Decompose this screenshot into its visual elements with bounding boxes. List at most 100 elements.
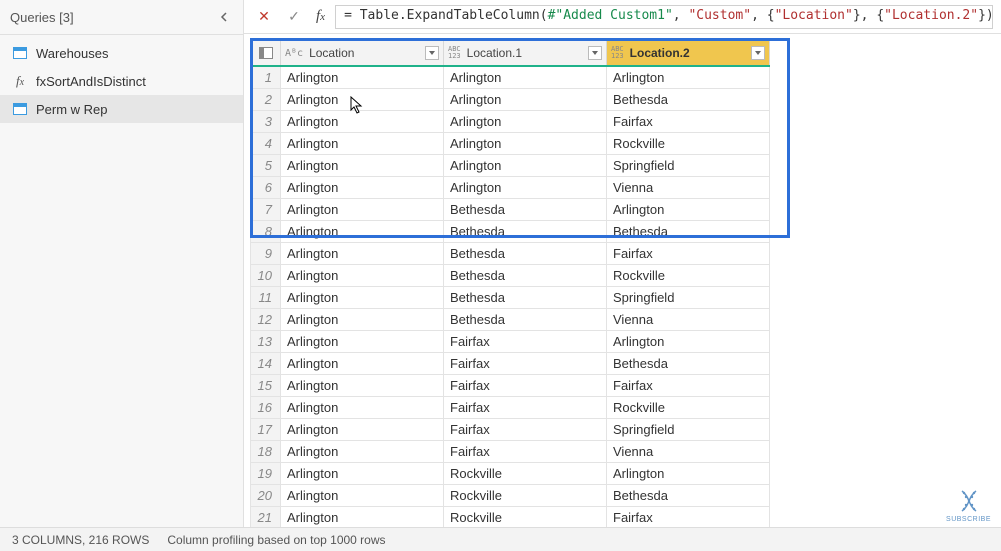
row-number[interactable]: 13 (251, 331, 281, 353)
table-row[interactable]: 14ArlingtonFairfaxBethesda (251, 353, 770, 375)
column-header-location-2[interactable]: ABC123Location.2 (607, 41, 770, 67)
cell[interactable]: Bethesda (607, 89, 770, 111)
cell[interactable]: Fairfax (444, 353, 607, 375)
cell[interactable]: Arlington (444, 133, 607, 155)
table-row[interactable]: 12ArlingtonBethesdaVienna (251, 309, 770, 331)
row-number[interactable]: 2 (251, 89, 281, 111)
table-row[interactable]: 1ArlingtonArlingtonArlington (251, 66, 770, 89)
cell[interactable]: Arlington (281, 221, 444, 243)
table-row[interactable]: 8ArlingtonBethesdaBethesda (251, 221, 770, 243)
cell[interactable]: Arlington (444, 155, 607, 177)
cell[interactable]: Bethesda (444, 265, 607, 287)
row-number[interactable]: 14 (251, 353, 281, 375)
cell[interactable]: Arlington (281, 177, 444, 199)
table-row[interactable]: 9ArlingtonBethesdaFairfax (251, 243, 770, 265)
formula-cancel-button[interactable]: ✕ (252, 5, 276, 29)
cell[interactable]: Arlington (281, 287, 444, 309)
cell[interactable]: Fairfax (444, 441, 607, 463)
cell[interactable]: Fairfax (607, 243, 770, 265)
cell[interactable]: Bethesda (607, 353, 770, 375)
table-row[interactable]: 16ArlingtonFairfaxRockville (251, 397, 770, 419)
cell[interactable]: Arlington (281, 463, 444, 485)
cell[interactable]: Arlington (607, 331, 770, 353)
row-number[interactable]: 3 (251, 111, 281, 133)
column-filter-button[interactable] (588, 46, 602, 60)
cell[interactable]: Bethesda (444, 287, 607, 309)
row-number[interactable]: 9 (251, 243, 281, 265)
table-row[interactable]: 7ArlingtonBethesdaArlington (251, 199, 770, 221)
cell[interactable]: Fairfax (444, 397, 607, 419)
cell[interactable]: Arlington (444, 111, 607, 133)
cell[interactable]: Bethesda (444, 221, 607, 243)
cell[interactable]: Springfield (607, 419, 770, 441)
table-row[interactable]: 3ArlingtonArlingtonFairfax (251, 111, 770, 133)
cell[interactable]: Fairfax (444, 331, 607, 353)
sidebar-item-fxsortandisdistinct[interactable]: fxfxSortAndIsDistinct (0, 67, 243, 95)
cell[interactable]: Bethesda (444, 199, 607, 221)
cell[interactable]: Arlington (281, 485, 444, 507)
subscribe-badge[interactable]: SUBSCRIBE (946, 488, 991, 523)
row-number[interactable]: 16 (251, 397, 281, 419)
cell[interactable]: Springfield (607, 155, 770, 177)
table-row[interactable]: 13ArlingtonFairfaxArlington (251, 331, 770, 353)
cell[interactable]: Vienna (607, 177, 770, 199)
cell[interactable]: Arlington (281, 243, 444, 265)
table-row[interactable]: 18ArlingtonFairfaxVienna (251, 441, 770, 463)
cell[interactable]: Fairfax (444, 419, 607, 441)
cell[interactable]: Fairfax (607, 507, 770, 528)
row-number[interactable]: 12 (251, 309, 281, 331)
cell[interactable]: Arlington (281, 397, 444, 419)
cell[interactable]: Arlington (607, 463, 770, 485)
cell[interactable]: Arlington (444, 66, 607, 89)
table-row[interactable]: 20ArlingtonRockvilleBethesda (251, 485, 770, 507)
column-header-location[interactable]: AᴮcLocation (281, 41, 444, 67)
cell[interactable]: Arlington (444, 89, 607, 111)
cell[interactable]: Bethesda (444, 309, 607, 331)
row-number[interactable]: 17 (251, 419, 281, 441)
row-number[interactable]: 4 (251, 133, 281, 155)
cell[interactable]: Rockville (607, 397, 770, 419)
column-filter-button[interactable] (425, 46, 439, 60)
table-row[interactable]: 4ArlingtonArlingtonRockville (251, 133, 770, 155)
cell[interactable]: Arlington (281, 155, 444, 177)
table-row[interactable]: 2ArlingtonArlingtonBethesda (251, 89, 770, 111)
formula-confirm-button[interactable]: ✓ (282, 5, 306, 29)
cell[interactable]: Arlington (281, 133, 444, 155)
cell[interactable]: Springfield (607, 287, 770, 309)
grid-corner-button[interactable] (251, 41, 281, 67)
cell[interactable]: Arlington (607, 199, 770, 221)
cell[interactable]: Arlington (281, 441, 444, 463)
row-number[interactable]: 10 (251, 265, 281, 287)
column-header-location-1[interactable]: ABC123Location.1 (444, 41, 607, 67)
cell[interactable]: Arlington (281, 419, 444, 441)
collapse-sidebar-button[interactable] (215, 8, 233, 26)
table-row[interactable]: 11ArlingtonBethesdaSpringfield (251, 287, 770, 309)
cell[interactable]: Fairfax (444, 375, 607, 397)
cell[interactable]: Rockville (607, 265, 770, 287)
cell[interactable]: Arlington (607, 66, 770, 89)
row-number[interactable]: 6 (251, 177, 281, 199)
cell[interactable]: Arlington (281, 111, 444, 133)
cell[interactable]: Rockville (607, 133, 770, 155)
row-number[interactable]: 8 (251, 221, 281, 243)
table-row[interactable]: 19ArlingtonRockvilleArlington (251, 463, 770, 485)
cell[interactable]: Bethesda (607, 221, 770, 243)
table-row[interactable]: 10ArlingtonBethesdaRockville (251, 265, 770, 287)
cell[interactable]: Arlington (281, 89, 444, 111)
cell[interactable]: Fairfax (607, 375, 770, 397)
cell[interactable]: Vienna (607, 309, 770, 331)
cell[interactable]: Arlington (281, 353, 444, 375)
row-number[interactable]: 15 (251, 375, 281, 397)
cell[interactable]: Arlington (281, 507, 444, 528)
cell[interactable]: Arlington (281, 66, 444, 89)
row-number[interactable]: 7 (251, 199, 281, 221)
column-filter-button[interactable] (751, 46, 765, 60)
cell[interactable]: Arlington (281, 199, 444, 221)
row-number[interactable]: 21 (251, 507, 281, 528)
table-row[interactable]: 15ArlingtonFairfaxFairfax (251, 375, 770, 397)
formula-input[interactable]: = Table.ExpandTableColumn(#"Added Custom… (335, 5, 993, 29)
cell[interactable]: Arlington (444, 177, 607, 199)
table-row[interactable]: 17ArlingtonFairfaxSpringfield (251, 419, 770, 441)
cell[interactable]: Arlington (281, 331, 444, 353)
cell[interactable]: Vienna (607, 441, 770, 463)
